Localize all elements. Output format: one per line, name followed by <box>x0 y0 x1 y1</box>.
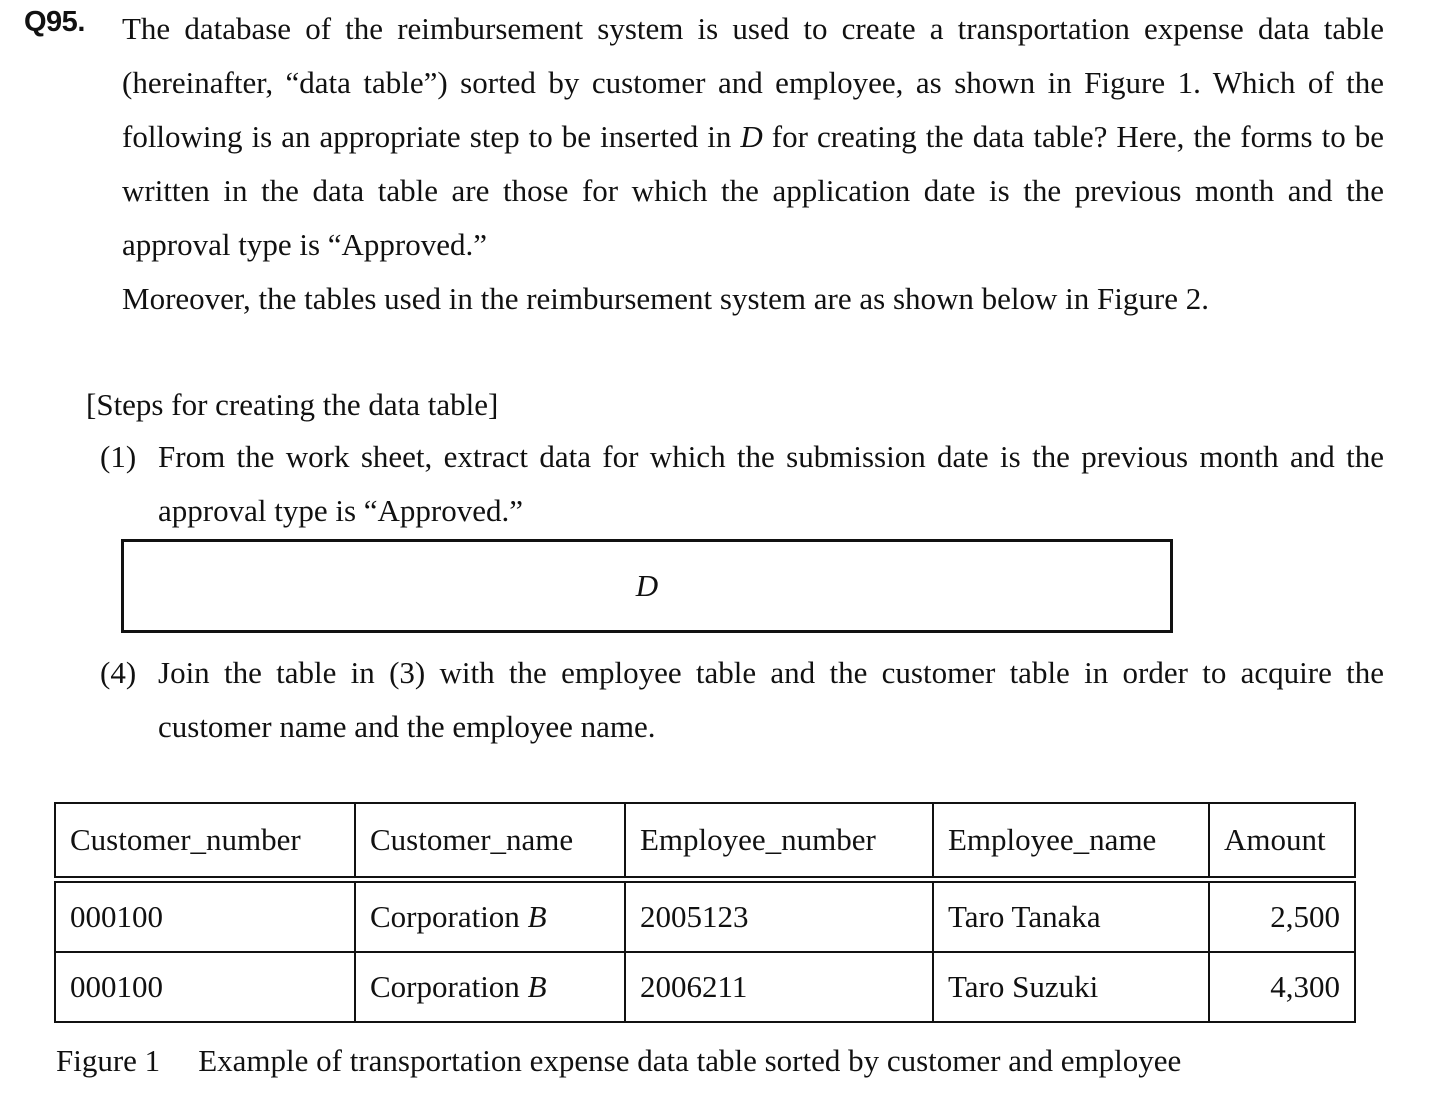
header-employee-number: Employee_number <box>624 802 934 883</box>
header-amount: Amount <box>1208 802 1356 883</box>
cell-customer-name: Corporation B <box>354 878 626 953</box>
steps-heading: [Steps for creating the data table] <box>86 387 499 422</box>
header-customer-name: Customer_name <box>354 802 626 883</box>
cell-customer-name-var: B <box>527 899 547 934</box>
cell-employee-number: 2006211 <box>624 951 934 1023</box>
cell-customer-name-var: B <box>527 969 547 1004</box>
step-4: (4) Join the table in (3) with the emplo… <box>100 646 1384 754</box>
question-number: Q95. <box>24 6 85 38</box>
step-1: (1) From the work sheet, extract data fo… <box>100 430 1384 538</box>
cell-employee-name: Taro Suzuki <box>932 951 1210 1023</box>
step-1-label: (1) <box>100 439 137 474</box>
cell-customer-number: 000100 <box>54 951 356 1023</box>
cell-customer-name: Corporation B <box>354 951 626 1023</box>
blank-step-label: D <box>635 568 659 603</box>
figure-1-caption-text: Example of transportation expense data t… <box>198 1043 1182 1078</box>
header-customer-number: Customer_number <box>54 802 356 883</box>
figure-1-table: Customer_number Customer_name Employee_n… <box>54 802 1356 1023</box>
cell-customer-name-prefix: Corporation <box>370 899 528 934</box>
table-row: 000100 Corporation B 2005123 Taro Tanaka… <box>54 878 1356 953</box>
question-variable-d: D <box>740 119 763 154</box>
figure-1-caption-label: Figure 1 <box>56 1043 161 1078</box>
cell-employee-name: Taro Tanaka <box>932 878 1210 953</box>
question-paragraph-2: Moreover, the tables used in the reimbur… <box>122 281 1209 316</box>
figure-1-caption: Figure 1 Example of transportation expens… <box>56 1036 1181 1086</box>
cell-amount: 2,500 <box>1208 878 1356 953</box>
cell-customer-name-prefix: Corporation <box>370 969 528 1004</box>
step-4-label: (4) <box>100 655 137 690</box>
step-1-text: From the work sheet, extract data for wh… <box>158 439 1384 528</box>
cell-customer-number: 000100 <box>54 878 356 953</box>
step-4-text: Join the table in (3) with the employee … <box>158 655 1384 744</box>
cell-employee-number: 2005123 <box>624 878 934 953</box>
table-row: 000100 Corporation B 2006211 Taro Suzuki… <box>54 951 1356 1023</box>
header-employee-name: Employee_name <box>932 802 1210 883</box>
cell-amount: 4,300 <box>1208 951 1356 1023</box>
blank-step-box: D <box>121 539 1173 633</box>
question-text: The database of the reimbursement system… <box>122 2 1384 326</box>
question-paragraph-1: The database of the reimbursement system… <box>122 2 1384 272</box>
table-header-row: Customer_number Customer_name Employee_n… <box>54 802 1356 883</box>
